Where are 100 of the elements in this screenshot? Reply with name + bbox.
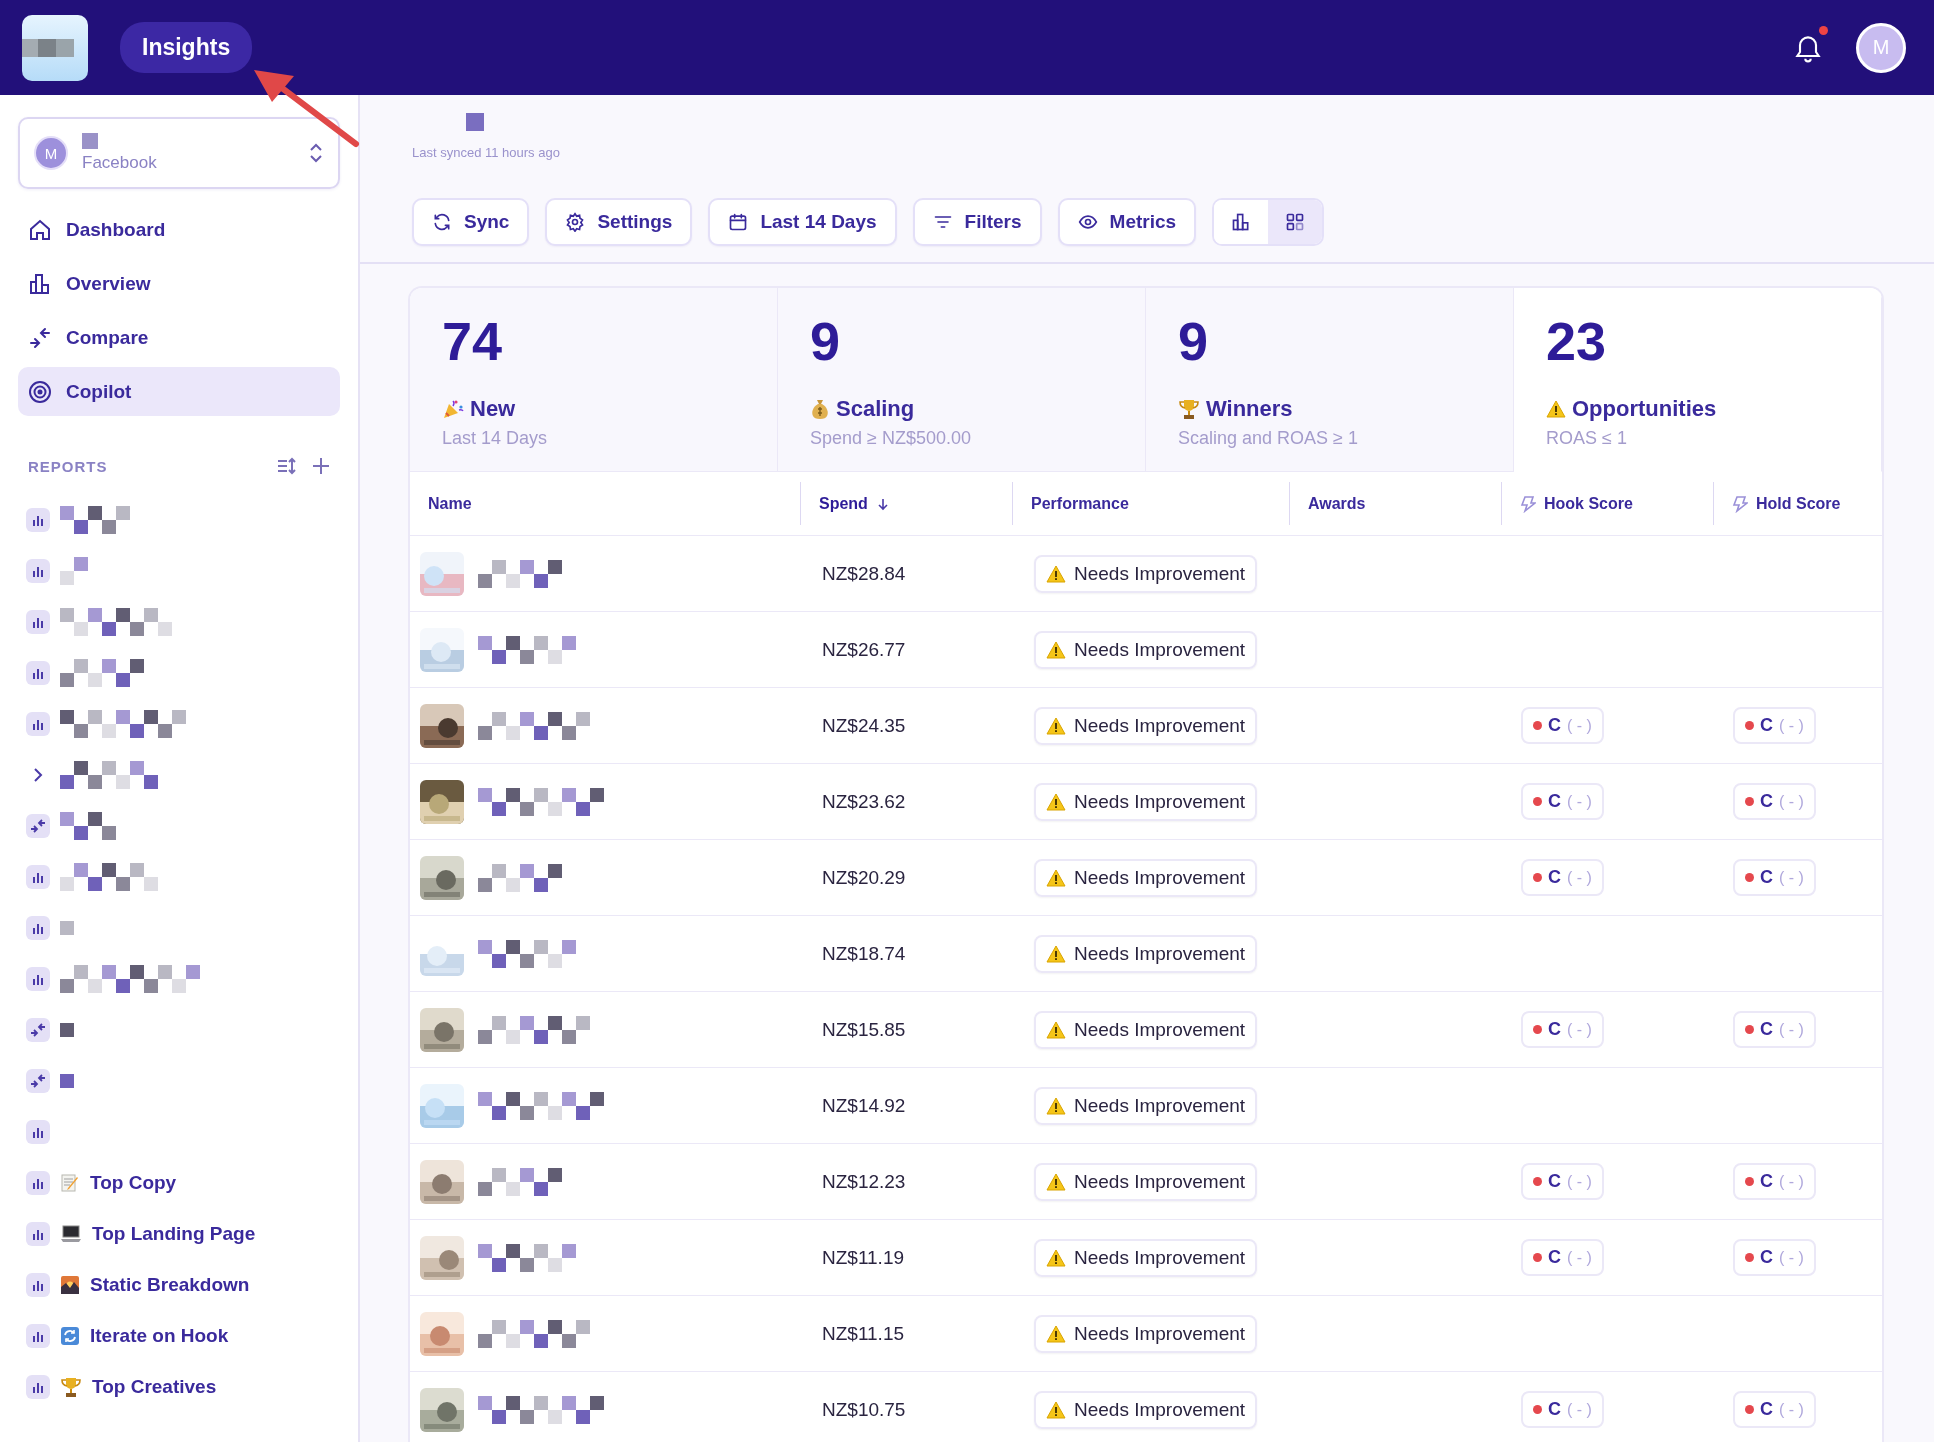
stat-title: Opportunities <box>1572 396 1717 422</box>
home-icon <box>28 217 52 242</box>
report-link[interactable]: Top Creatives <box>92 1375 217 1398</box>
section-title: REPORTS <box>28 457 109 475</box>
landscape-icon <box>60 1274 80 1295</box>
compare-icon <box>26 813 50 838</box>
nav-item[interactable]: Overview <box>18 259 340 308</box>
chart-icon <box>26 864 50 889</box>
toolbar-button[interactable]: Metrics <box>1057 198 1197 246</box>
performance-badge: Needs Improvement <box>1034 706 1258 745</box>
nav-item[interactable]: Dashboard <box>18 205 340 254</box>
platform-label: Facebook <box>82 153 158 173</box>
score-badge: C ( - ) <box>1733 1163 1816 1200</box>
chart-icon <box>26 711 50 736</box>
sync-status: Last synced 11 hours ago <box>412 145 560 160</box>
insights-tab[interactable]: Insights <box>120 22 253 73</box>
column-header[interactable]: Spend <box>819 494 868 513</box>
compare-icon <box>26 1068 50 1093</box>
stat-tile[interactable]: 74 New Last 14 Days <box>410 288 778 472</box>
performance-badge: Needs Improvement <box>1034 858 1258 897</box>
toolbar-button[interactable]: Sync <box>412 198 530 246</box>
memo-icon <box>60 1172 80 1193</box>
column-header[interactable]: Awards <box>1308 494 1366 513</box>
stat-tile[interactable]: 9 Scaling Spend ≥ NZ$500.00 <box>778 288 1146 472</box>
score-badge: C ( - ) <box>1521 1163 1604 1200</box>
pixelated-label <box>466 113 484 131</box>
chart-icon <box>26 558 50 583</box>
calendar-icon <box>728 212 749 232</box>
bar-chart-icon <box>1231 212 1252 232</box>
warning-icon <box>1046 1400 1066 1419</box>
sort-icon[interactable] <box>276 456 298 476</box>
score-badge: C ( - ) <box>1521 707 1604 744</box>
spend-cell-text: NZ$14.92 <box>821 1093 907 1118</box>
party-popper-icon <box>442 398 464 420</box>
score-badge: C ( - ) <box>1521 783 1604 820</box>
account-selector[interactable]: M Facebook <box>18 117 340 189</box>
plus-icon[interactable] <box>312 457 330 475</box>
spend-cell-text: NZ$15.85 <box>821 1017 907 1042</box>
toolbar-button[interactable]: Filters <box>912 198 1042 246</box>
stat-title: New <box>470 396 516 422</box>
stat-subtitle: Scaling and ROAS ≥ 1 <box>1178 428 1359 449</box>
nav-item[interactable]: Compare <box>18 313 340 362</box>
sync-icon <box>432 212 452 232</box>
column-header[interactable]: Hook Score <box>1544 494 1633 513</box>
chart-icon <box>26 1119 50 1144</box>
stat-value: 9 <box>1178 310 1210 372</box>
spend-cell-text: NZ$11.15 <box>821 1321 906 1346</box>
score-badge: C ( - ) <box>1733 1239 1816 1276</box>
stat-value: 23 <box>1546 310 1608 372</box>
target-icon <box>28 379 52 404</box>
chart-icon <box>26 1323 50 1348</box>
chart-icon <box>26 507 50 532</box>
trophy-icon <box>1178 398 1200 420</box>
score-badge: C ( - ) <box>1733 707 1816 744</box>
report-link[interactable]: Top Landing Page <box>92 1222 256 1245</box>
spend-cell-text: NZ$23.62 <box>821 789 907 814</box>
warning-icon <box>1046 1248 1066 1267</box>
warning-icon <box>1546 400 1566 418</box>
score-badge: C ( - ) <box>1521 1011 1604 1048</box>
column-header[interactable]: Hold Score <box>1756 494 1841 513</box>
money-bag-icon <box>810 398 830 420</box>
warning-icon <box>1046 792 1066 811</box>
stat-title: Winners <box>1206 396 1293 422</box>
performance-badge: Needs Improvement <box>1034 1086 1258 1125</box>
report-link[interactable]: Top Copy <box>90 1171 177 1194</box>
score-badge: C ( - ) <box>1521 1391 1604 1428</box>
view-toggle[interactable] <box>1268 200 1323 244</box>
grid-icon <box>1285 212 1306 232</box>
performance-badge: Needs Improvement <box>1034 1238 1258 1277</box>
report-link[interactable]: Static Breakdown <box>90 1273 250 1296</box>
spend-cell-text: NZ$18.74 <box>821 941 907 966</box>
toolbar-button[interactable]: Last 14 Days <box>708 198 897 246</box>
pixelated-label <box>60 811 116 840</box>
warning-icon <box>1046 564 1066 583</box>
stat-subtitle: Last 14 Days <box>442 428 549 449</box>
account-avatar: M <box>34 136 68 170</box>
sort-down-icon[interactable] <box>875 496 890 511</box>
up-down-chevron-icon <box>308 141 324 165</box>
warning-icon <box>1046 640 1066 659</box>
toolbar-button[interactable]: Settings <box>545 198 693 246</box>
warning-icon <box>1046 1172 1066 1191</box>
chart-icon <box>26 966 50 991</box>
spend-cell-text: NZ$26.77 <box>821 637 907 662</box>
performance-badge: Needs Improvement <box>1034 630 1258 669</box>
logo <box>22 14 88 81</box>
performance-badge: Needs Improvement <box>1034 934 1258 973</box>
nav-item[interactable]: Copilot <box>18 367 340 416</box>
bar-chart-icon <box>28 271 52 296</box>
score-badge: C ( - ) <box>1733 1391 1816 1428</box>
stat-subtitle: Spend ≥ NZ$500.00 <box>810 428 972 449</box>
stat-tile[interactable]: 9 Winners Scaling and ROAS ≥ 1 <box>1146 288 1514 472</box>
column-header[interactable]: Name <box>428 494 472 513</box>
score-badge: C ( - ) <box>1521 1239 1604 1276</box>
repeat-icon <box>60 1325 80 1346</box>
chart-icon <box>26 609 50 634</box>
warning-icon <box>1046 1096 1066 1115</box>
report-link[interactable]: Iterate on Hook <box>90 1324 229 1347</box>
spend-cell-text: NZ$28.84 <box>821 561 907 586</box>
performance-badge: Needs Improvement <box>1034 782 1258 821</box>
column-header[interactable]: Performance <box>1031 494 1129 513</box>
